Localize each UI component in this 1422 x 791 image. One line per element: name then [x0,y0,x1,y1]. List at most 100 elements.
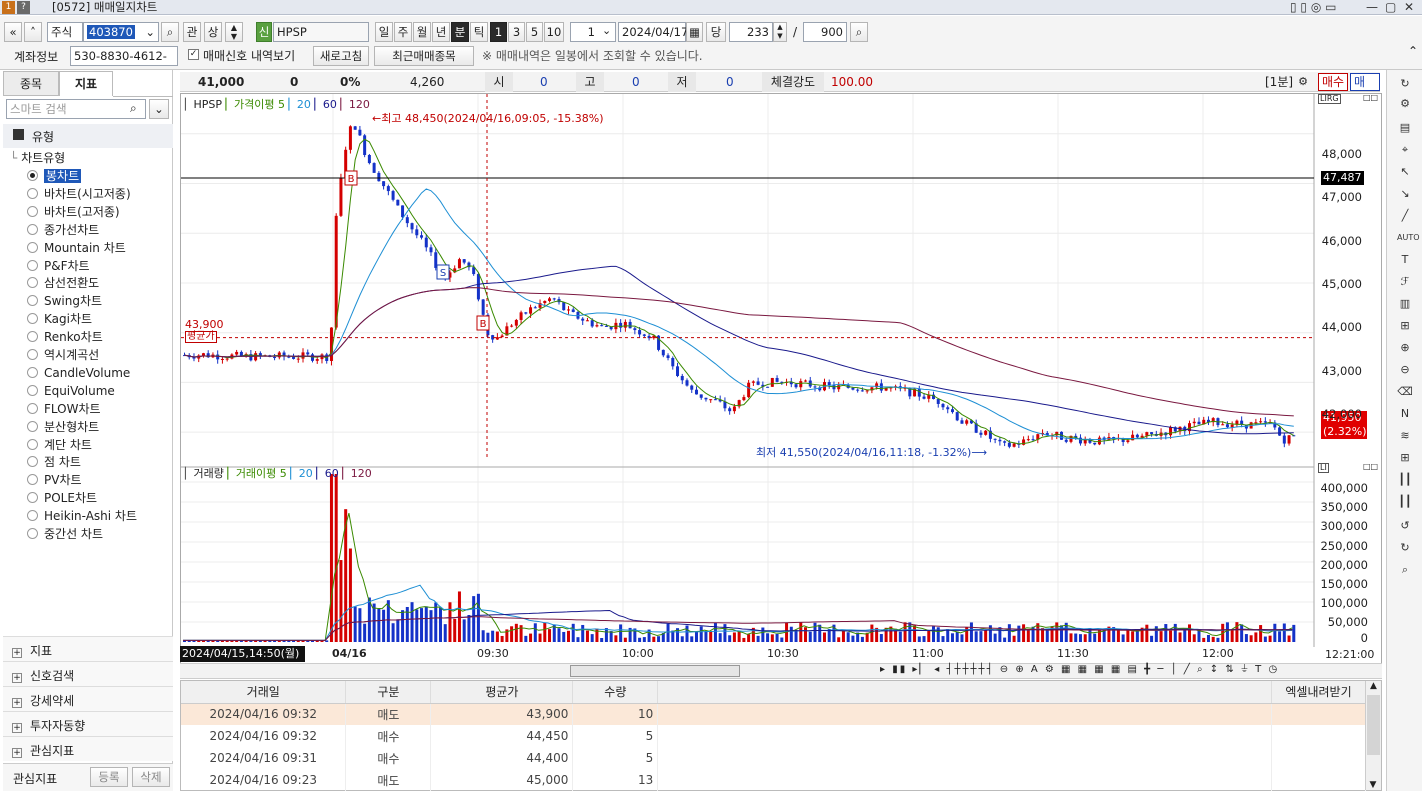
radio-icon[interactable] [27,456,38,468]
text-icon[interactable]: T [1397,252,1413,268]
sell-button[interactable]: 매도 [1350,73,1380,105]
radio-icon[interactable] [27,366,38,378]
signal-button[interactable]: 신 [256,22,272,42]
chart-type-item[interactable]: EquiVolume [27,382,115,400]
radio-icon[interactable] [27,277,38,289]
auto-line-icon[interactable]: AUTO [1397,230,1420,246]
radio-icon[interactable] [27,170,38,181]
fibo-icon[interactable]: ℱ [1397,274,1413,290]
trade-row[interactable]: 2024/04/16 09:32 매수 44,450 5 [181,725,1366,747]
prev-icon[interactable]: « [4,22,22,42]
radio-icon[interactable] [27,295,38,307]
radio-icon[interactable] [27,259,38,271]
chevron-up-icon[interactable]: ⌃ [1408,44,1418,58]
radio-icon[interactable] [27,241,38,253]
radio-icon[interactable] [27,349,38,360]
total-count-input[interactable]: 900 [803,22,847,42]
grid-scroll-thumb[interactable] [1367,695,1380,755]
scroll-down-icon[interactable]: ▼ [1366,780,1380,790]
count-input[interactable]: 233 [729,22,773,42]
volume-scale-icon[interactable]: LI [1318,463,1329,473]
help-icon[interactable]: ? [17,1,30,14]
tab-stock[interactable]: 종목 [3,71,59,96]
account-select[interactable]: 530-8830-4612- [70,46,178,66]
zoom-in-icon[interactable]: ⊕ [1397,340,1413,356]
minimize-icon[interactable]: — [1366,0,1378,14]
radio-icon[interactable] [27,402,38,414]
interval-tab[interactable]: 5 [526,22,543,42]
radio-icon[interactable] [27,223,38,235]
vbars2-icon[interactable]: ┃┃ [1397,494,1413,510]
radio-icon[interactable] [27,384,38,396]
maximize-icon[interactable]: ▢ [1385,0,1396,14]
screen-icons[interactable]: ▯ ▯ ◎ ▭ [1290,0,1336,14]
candle-icon[interactable]: ▥ [1397,296,1413,312]
nav-controls-icon[interactable]: ▸ ▮▮ ▸▏ ◂ ┤┼┼┼┼┤ ⊖ ⊕ A ⚙ ▦ ▦ ▦ ▦ ▤ ╋ ─ │… [880,664,1279,675]
scroll-thumb[interactable] [570,665,740,677]
chart-type-item[interactable]: 계단 차트 [27,436,92,454]
chart-type-item[interactable]: PV차트 [27,471,82,489]
chart-type-item[interactable]: 봉차트 [27,167,82,185]
smart-search-input[interactable]: 스마트 검색 [6,99,146,119]
expand-icon[interactable]: ⌄ [149,99,169,119]
radio-icon[interactable] [27,313,38,325]
calendar-icon[interactable]: ▦ [686,22,703,42]
trend-icon[interactable]: ↘ [1397,186,1413,202]
radio-icon[interactable] [27,420,38,432]
chart-type-item[interactable]: P&F차트 [27,257,90,275]
trade-row[interactable]: 2024/04/16 09:23 매도 45,000 13 [181,769,1366,791]
radio-icon[interactable] [27,474,38,486]
excel-download[interactable]: 엑셀내려받기 [1271,681,1366,704]
radio-icon[interactable] [27,205,38,217]
chart-type-item[interactable]: CandleVolume [27,364,130,382]
expand-plus-icon[interactable]: + [12,748,22,758]
wave-icon[interactable]: ≋ [1397,428,1413,444]
chart-type-item[interactable]: Mountain 차트 [27,239,126,257]
line-icon[interactable]: ╱ [1397,208,1413,224]
chart-type-item[interactable]: 역시계곡선 [27,346,99,364]
today-button[interactable]: 당 [706,22,726,42]
limit-up-button[interactable]: 상 [204,22,222,42]
chart-type-item[interactable]: Kagi차트 [27,310,92,328]
indicator-group[interactable]: + 강세약세 [3,686,173,711]
pane-max-icon[interactable]: □□ [1363,463,1378,471]
chart-type-item[interactable]: 종가선차트 [27,221,99,239]
tab-indicator[interactable]: 지표 [59,71,113,96]
chart-type-item[interactable]: 바차트(시고저종) [27,185,131,203]
chart-type-item[interactable]: 분산형차트 [27,418,99,436]
register-button[interactable]: 등록 [90,767,128,787]
expand-plus-icon[interactable]: + [12,648,22,658]
pointer-icon[interactable]: ↖ [1397,164,1413,180]
radio-icon[interactable] [27,492,38,504]
chart-svg[interactable]: B S B [181,94,1381,664]
period-tab[interactable]: 분 [451,22,469,42]
group-header[interactable]: 유형 [3,124,173,148]
watch-button[interactable]: 관 [183,22,201,42]
refresh-icon[interactable]: ↻ [1397,76,1413,92]
date-input[interactable]: 2024/04/17 [618,22,688,42]
delete-button[interactable]: 삭제 [132,767,170,787]
chart-type-item[interactable]: 삼선전환도 [27,274,99,292]
redo-icon[interactable]: ↻ [1397,540,1413,556]
up-icon[interactable]: ˄ [24,22,42,42]
collapse-icon[interactable] [13,129,24,140]
radio-icon[interactable] [27,510,38,522]
chart-type-item[interactable]: 중간선 차트 [27,525,103,543]
radio-icon[interactable] [27,438,38,450]
eraser-icon[interactable]: ⌫ [1397,384,1413,400]
undo-icon[interactable]: ↺ [1397,518,1413,534]
expand-plus-icon[interactable]: + [12,673,22,683]
zoom-search-icon[interactable]: ⌕ [850,22,868,42]
refresh-button[interactable]: 새로고침 [313,46,369,66]
search-icon[interactable]: ⌕ [161,22,179,42]
chart-type-item[interactable]: 바차트(고저종) [27,203,120,221]
scale-toggle-icon[interactable]: LIRG [1318,94,1341,104]
scroll-up-icon[interactable]: ▲ [1366,681,1381,691]
vbars-icon[interactable]: ┃┃ [1397,472,1413,488]
grid-icon[interactable]: ⊞ [1397,450,1413,466]
trade-row[interactable]: 2024/04/16 09:31 매수 44,400 5 [181,747,1366,769]
period-tab[interactable]: 주 [394,22,412,42]
indicator-icon[interactable]: ▤ [1397,120,1413,136]
chart-area[interactable]: B S B [180,93,1382,665]
interval-tab[interactable]: 3 [508,22,525,42]
